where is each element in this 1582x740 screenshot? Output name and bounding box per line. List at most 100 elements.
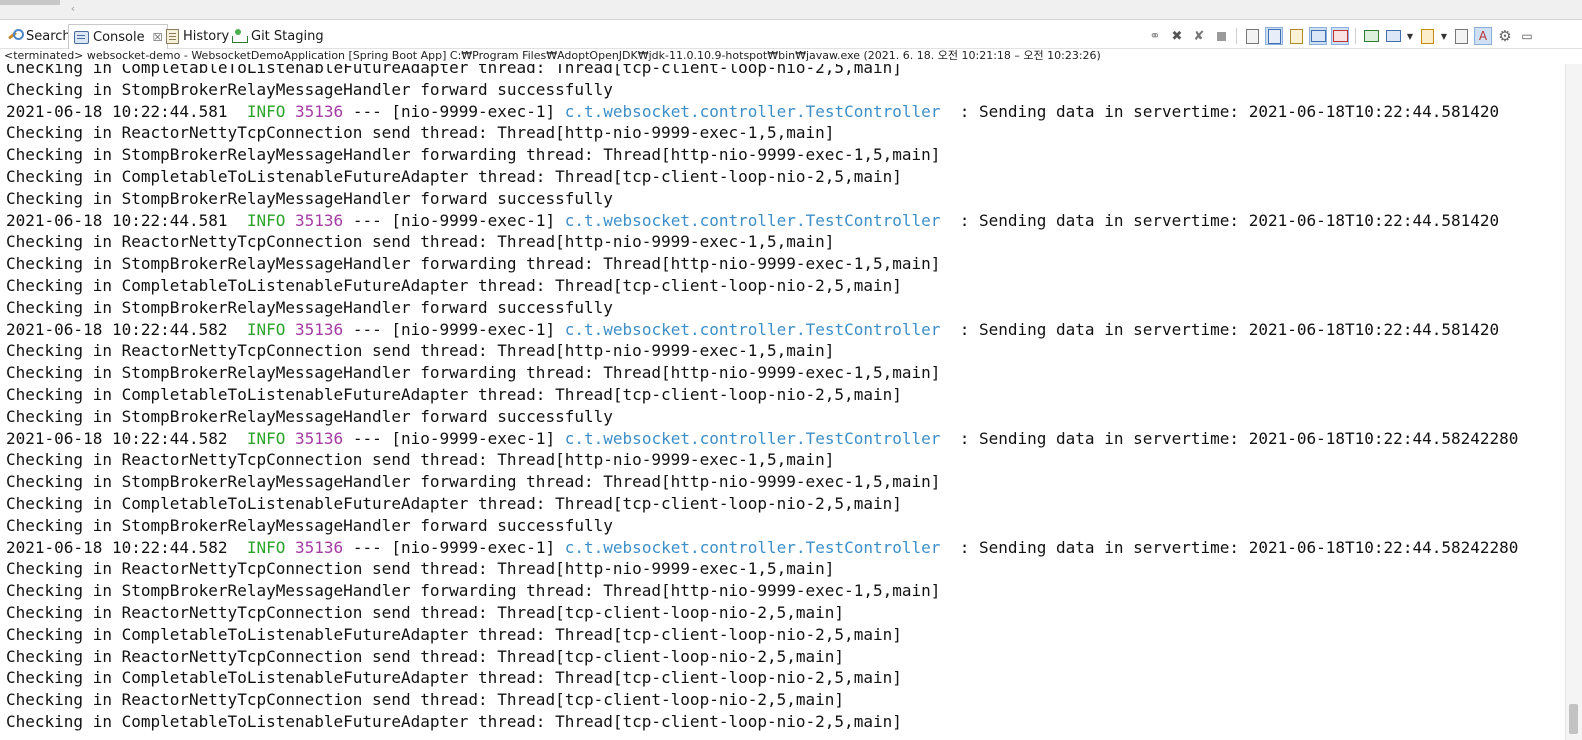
console-line: Checking in ReactorNettyTcpConnection se…: [6, 690, 845, 710]
log-timestamp: 2021-06-18 10:22:44.581: [6, 101, 228, 121]
remove-all-terminated-icon[interactable]: ✘: [1190, 27, 1208, 45]
terminate-icon[interactable]: [1212, 27, 1230, 45]
console-toolbar: ⚭ ✖ ✘ ▼ ▼ A ⚙ ▭: [1144, 26, 1538, 46]
tab-search-label: Search: [26, 28, 71, 44]
console-line: Checking in ReactorNettyTcpConnection se…: [6, 602, 845, 622]
tab-history[interactable]: History: [166, 25, 229, 47]
scrollbar-thumb[interactable]: [0, 0, 60, 5]
log-pid: 35136: [295, 428, 344, 448]
log-thread: --- [nio-9999-exec-1]: [352, 428, 556, 448]
vertical-scrollbar[interactable]: [1565, 64, 1582, 740]
log-message: : Sending data in servertime: 2021-06-18…: [959, 319, 1500, 339]
tab-search[interactable]: Search: [6, 25, 71, 47]
console-line: Checking in StompBrokerRelayMessageHandl…: [6, 406, 613, 426]
console-line: Checking in ReactorNettyTcpConnection se…: [6, 123, 835, 143]
log-line: 2021-06-18 10:22:44.582 INFO 35136 --- […: [6, 537, 1518, 559]
scroll-lock-icon[interactable]: [1265, 27, 1283, 45]
word-wrap-icon[interactable]: [1287, 27, 1305, 45]
log-level: INFO: [246, 101, 286, 121]
console-line: Checking in CompletableToListenableFutur…: [6, 166, 902, 186]
log-message: : Sending data in servertime: 2021-06-18…: [959, 210, 1500, 230]
log-thread: --- [nio-9999-exec-1]: [352, 537, 556, 557]
pin-console-icon[interactable]: ⚭: [1146, 27, 1164, 45]
show-on-stderr-icon[interactable]: [1331, 27, 1349, 45]
console-line: Checking in CompletableToListenableFutur…: [6, 624, 902, 644]
log-thread: --- [nio-9999-exec-1]: [352, 101, 556, 121]
console-icon: [74, 31, 89, 44]
console-line: Checking in StompBrokerRelayMessageHandl…: [6, 515, 613, 535]
log-pid: 35136: [295, 210, 344, 230]
log-logger: c.t.websocket.controller.TestController: [564, 319, 941, 339]
log-thread: --- [nio-9999-exec-1]: [352, 319, 556, 339]
chevron-down-icon[interactable]: ▼: [1440, 27, 1448, 45]
log-logger: c.t.websocket.controller.TestController: [564, 537, 941, 557]
toolbar-divider: [1236, 28, 1237, 44]
tab-console[interactable]: Console ☒: [68, 24, 169, 49]
tab-git-staging[interactable]: Git Staging: [231, 25, 324, 47]
chevron-down-icon[interactable]: ▼: [1406, 27, 1414, 45]
console-line: Checking in CompletableToListenableFutur…: [6, 64, 902, 77]
log-pid: 35136: [295, 101, 344, 121]
scrollbar-thumb[interactable]: [1569, 704, 1578, 734]
console-line: Checking in CompletableToListenableFutur…: [6, 668, 902, 688]
pin-icon[interactable]: [1362, 27, 1380, 45]
console-line: Checking in ReactorNettyTcpConnection se…: [6, 559, 835, 579]
console-lines: Checking in CompletableToListenableFutur…: [6, 64, 1518, 733]
console-line: Checking in StompBrokerRelayMessageHandl…: [6, 79, 613, 99]
search-icon: [6, 28, 24, 44]
console-output[interactable]: Checking in CompletableToListenableFutur…: [0, 64, 1566, 740]
console-line: Checking in ReactorNettyTcpConnection se…: [6, 450, 835, 470]
console-line: Checking in StompBrokerRelayMessageHandl…: [6, 188, 613, 208]
show-on-stdout-icon[interactable]: [1309, 27, 1327, 45]
scroll-left-icon[interactable]: ‹: [66, 2, 80, 16]
log-message: : Sending data in servertime: 2021-06-18…: [959, 428, 1519, 448]
horizontal-scrollbar[interactable]: ‹: [0, 0, 1582, 20]
clear-console-icon[interactable]: [1243, 27, 1261, 45]
git-staging-icon: [231, 28, 248, 44]
display-selected-console-icon[interactable]: [1384, 27, 1402, 45]
log-level: INFO: [246, 319, 286, 339]
console-line: Checking in CompletableToListenableFutur…: [6, 384, 902, 404]
log-thread: --- [nio-9999-exec-1]: [352, 210, 556, 230]
console-line: Checking in ReactorNettyTcpConnection se…: [6, 232, 835, 252]
log-level: INFO: [246, 428, 286, 448]
log-timestamp: 2021-06-18 10:22:44.581: [6, 210, 228, 230]
remove-launch-icon[interactable]: ✖: [1168, 27, 1186, 45]
tab-history-label: History: [183, 28, 230, 44]
console-line: Checking in StompBrokerRelayMessageHandl…: [6, 297, 613, 317]
log-pid: 35136: [295, 537, 344, 557]
console-line: Checking in ReactorNettyTcpConnection se…: [6, 341, 835, 361]
settings-icon[interactable]: ⚙: [1496, 27, 1514, 45]
log-message: : Sending data in servertime: 2021-06-18…: [959, 101, 1500, 121]
log-logger: c.t.websocket.controller.TestController: [564, 210, 941, 230]
tab-console-label: Console: [93, 29, 145, 45]
toolbar-divider: [1355, 28, 1356, 44]
log-timestamp: 2021-06-18 10:22:44.582: [6, 537, 228, 557]
log-logger: c.t.websocket.controller.TestController: [564, 428, 941, 448]
console-line: Checking in StompBrokerRelayMessageHandl…: [6, 254, 941, 274]
log-level: INFO: [246, 210, 286, 230]
history-icon: [166, 28, 179, 44]
close-icon[interactable]: ☒: [153, 31, 163, 44]
console-line: Checking in CompletableToListenableFutur…: [6, 275, 902, 295]
console-line: Checking in StompBrokerRelayMessageHandl…: [6, 145, 941, 165]
console-process-status: <terminated> websocket-demo - WebsocketD…: [4, 49, 1101, 62]
console-line: Checking in StompBrokerRelayMessageHandl…: [6, 363, 941, 383]
console-line: Checking in CompletableToListenableFutur…: [6, 493, 902, 513]
console-line: Checking in StompBrokerRelayMessageHandl…: [6, 472, 941, 492]
console-line: Checking in ReactorNettyTcpConnection se…: [6, 646, 845, 666]
log-timestamp: 2021-06-18 10:22:44.582: [6, 319, 228, 339]
tab-git-staging-label: Git Staging: [251, 28, 324, 44]
minimize-icon[interactable]: ▭: [1518, 27, 1536, 45]
copy-icon[interactable]: [1452, 27, 1470, 45]
console-line: Checking in CompletableToListenableFutur…: [6, 711, 902, 731]
log-line: 2021-06-18 10:22:44.582 INFO 35136 --- […: [6, 319, 1518, 341]
log-level: INFO: [246, 537, 286, 557]
log-line: 2021-06-18 10:22:44.582 INFO 35136 --- […: [6, 428, 1518, 450]
log-line: 2021-06-18 10:22:44.581 INFO 35136 --- […: [6, 101, 1518, 123]
log-message: : Sending data in servertime: 2021-06-18…: [959, 537, 1519, 557]
console-line: Checking in StompBrokerRelayMessageHandl…: [6, 581, 941, 601]
open-console-icon[interactable]: [1418, 27, 1436, 45]
search-console-icon[interactable]: A: [1474, 27, 1492, 45]
log-timestamp: 2021-06-18 10:22:44.582: [6, 428, 228, 448]
